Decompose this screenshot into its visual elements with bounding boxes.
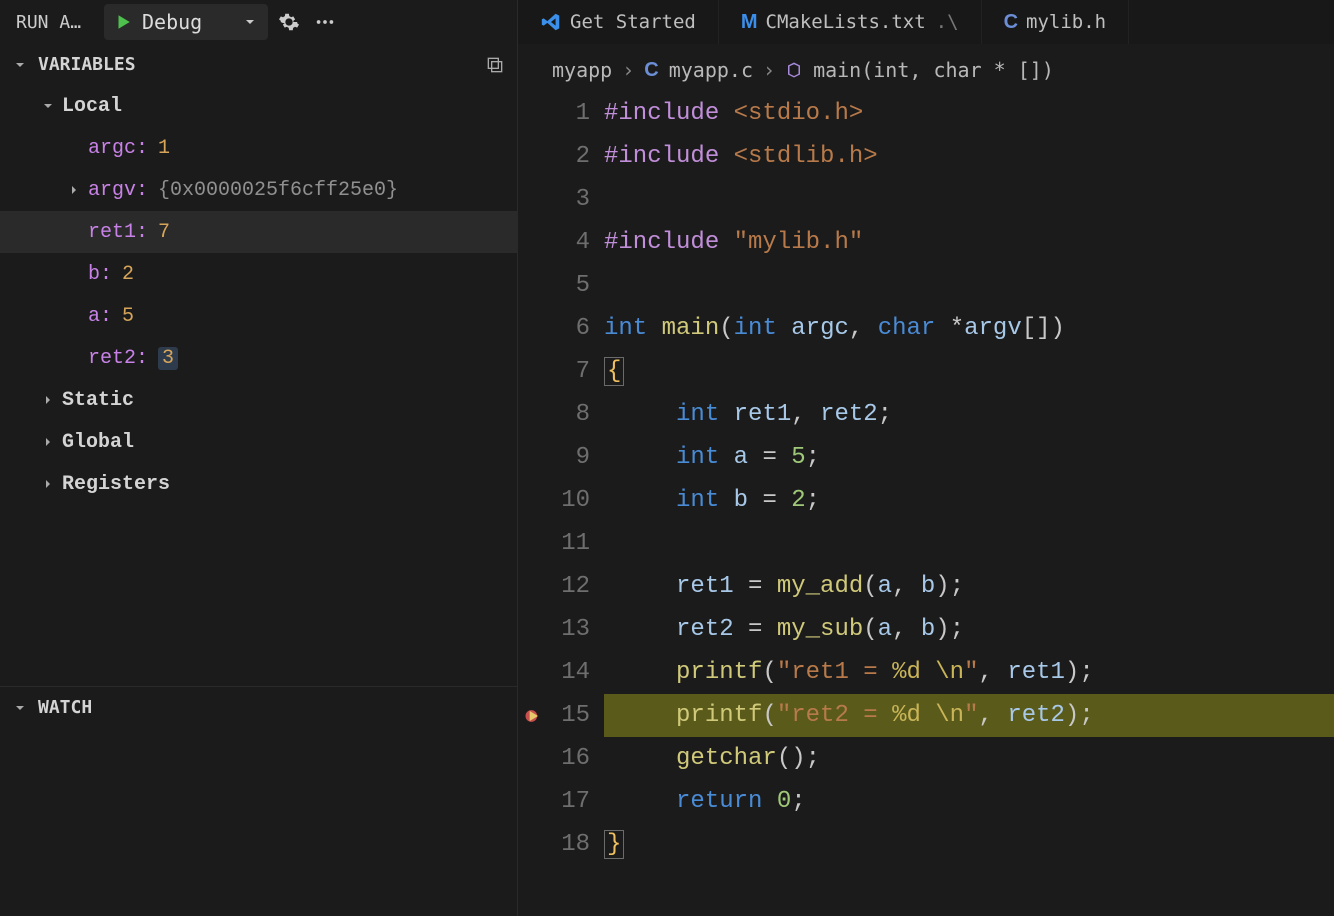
watch-panel-header[interactable]: WATCH [0,687,517,728]
run-toolbar: RUN A... Debug [0,0,517,44]
current-breakpoint-icon [518,694,548,737]
vscode-icon [540,11,562,33]
var-value: {0x0000025f6cff25e0} [158,179,398,202]
breadcrumb-folder: myapp [552,58,612,82]
chevron-down-icon [40,98,58,114]
debug-sidebar: RUN A... Debug VARIABLES [0,0,518,916]
run-and-debug-label: RUN A... [8,8,98,37]
scope-label: Global [62,431,134,454]
debug-config-dropdown[interactable]: Debug [104,4,268,40]
collapse-all-icon[interactable] [485,55,505,75]
tab-mylib[interactable]: C mylib.h [982,0,1130,44]
tab-label: CMakeLists.txt [766,11,926,33]
scope-global[interactable]: Global [0,421,517,463]
var-name: argv: [88,179,148,202]
line-number-gutter: 1 2 3 4 5 6 7 8 9 10 11 12 13 14 15 16 1… [548,92,604,916]
breadcrumb-symbol: main(int, char * []) [813,58,1054,82]
breadcrumb-file: myapp.c [669,58,753,82]
chevron-down-icon [12,57,30,73]
c-file-icon: C [1004,11,1018,34]
scope-static[interactable]: Static [0,379,517,421]
chevron-right-icon: › [622,58,634,82]
gear-icon[interactable] [274,7,304,37]
var-argv[interactable]: argv: {0x0000025f6cff25e0} [0,169,517,211]
scope-label: Local [62,95,122,118]
play-icon [114,13,132,31]
chevron-down-icon [242,14,258,30]
variables-panel-header[interactable]: VARIABLES [0,44,517,85]
var-name: argc: [88,137,148,160]
tab-label: mylib.h [1026,11,1106,33]
editor-pane: Get Started M CMakeLists.txt .\ C mylib.… [518,0,1334,916]
breadcrumb[interactable]: myapp › C myapp.c › main(int, char * []) [518,44,1334,92]
tab-suffix: .\ [936,11,959,33]
var-b[interactable]: b: 2 [0,253,517,295]
chevron-right-icon [40,434,58,450]
symbol-icon [785,61,803,79]
variables-title: VARIABLES [38,54,136,75]
watch-title: WATCH [38,697,92,718]
var-value: 2 [122,263,134,286]
var-name: ret2: [88,347,148,370]
cmake-icon: M [741,11,758,34]
var-ret1[interactable]: ret1: 7 [0,211,517,253]
var-argc[interactable]: argc: 1 [0,127,517,169]
tab-get-started[interactable]: Get Started [518,0,719,44]
watch-panel: WATCH [0,686,517,916]
var-name: ret1: [88,221,148,244]
var-value: 1 [158,137,170,160]
breakpoint-gutter[interactable] [518,92,548,916]
var-value: 5 [122,305,134,328]
chevron-right-icon [40,392,58,408]
var-value: 3 [158,347,178,370]
chevron-right-icon [66,182,84,198]
chevron-down-icon [12,700,30,716]
code-lines[interactable]: #include <stdio.h> #include <stdlib.h> #… [604,92,1334,916]
scope-label: Static [62,389,134,412]
scope-label: Registers [62,473,170,496]
var-value: 7 [158,221,170,244]
var-name: b: [88,263,112,286]
scope-registers[interactable]: Registers [0,463,517,505]
chevron-right-icon [40,476,58,492]
var-ret2[interactable]: ret2: 3 [0,337,517,379]
var-name: a: [88,305,112,328]
code-editor[interactable]: 1 2 3 4 5 6 7 8 9 10 11 12 13 14 15 16 1… [518,92,1334,916]
tab-cmakelists[interactable]: M CMakeLists.txt .\ [719,0,982,44]
debug-config-name: Debug [142,10,202,34]
chevron-right-icon: › [763,58,775,82]
more-icon[interactable] [310,7,340,37]
editor-tabs: Get Started M CMakeLists.txt .\ C mylib.… [518,0,1334,44]
scope-local[interactable]: Local [0,85,517,127]
variables-tree: Local argc: 1 argv: {0x0000025f6cff25e0}… [0,85,517,505]
c-file-icon: C [644,59,658,82]
tab-label: Get Started [570,11,696,33]
var-a[interactable]: a: 5 [0,295,517,337]
